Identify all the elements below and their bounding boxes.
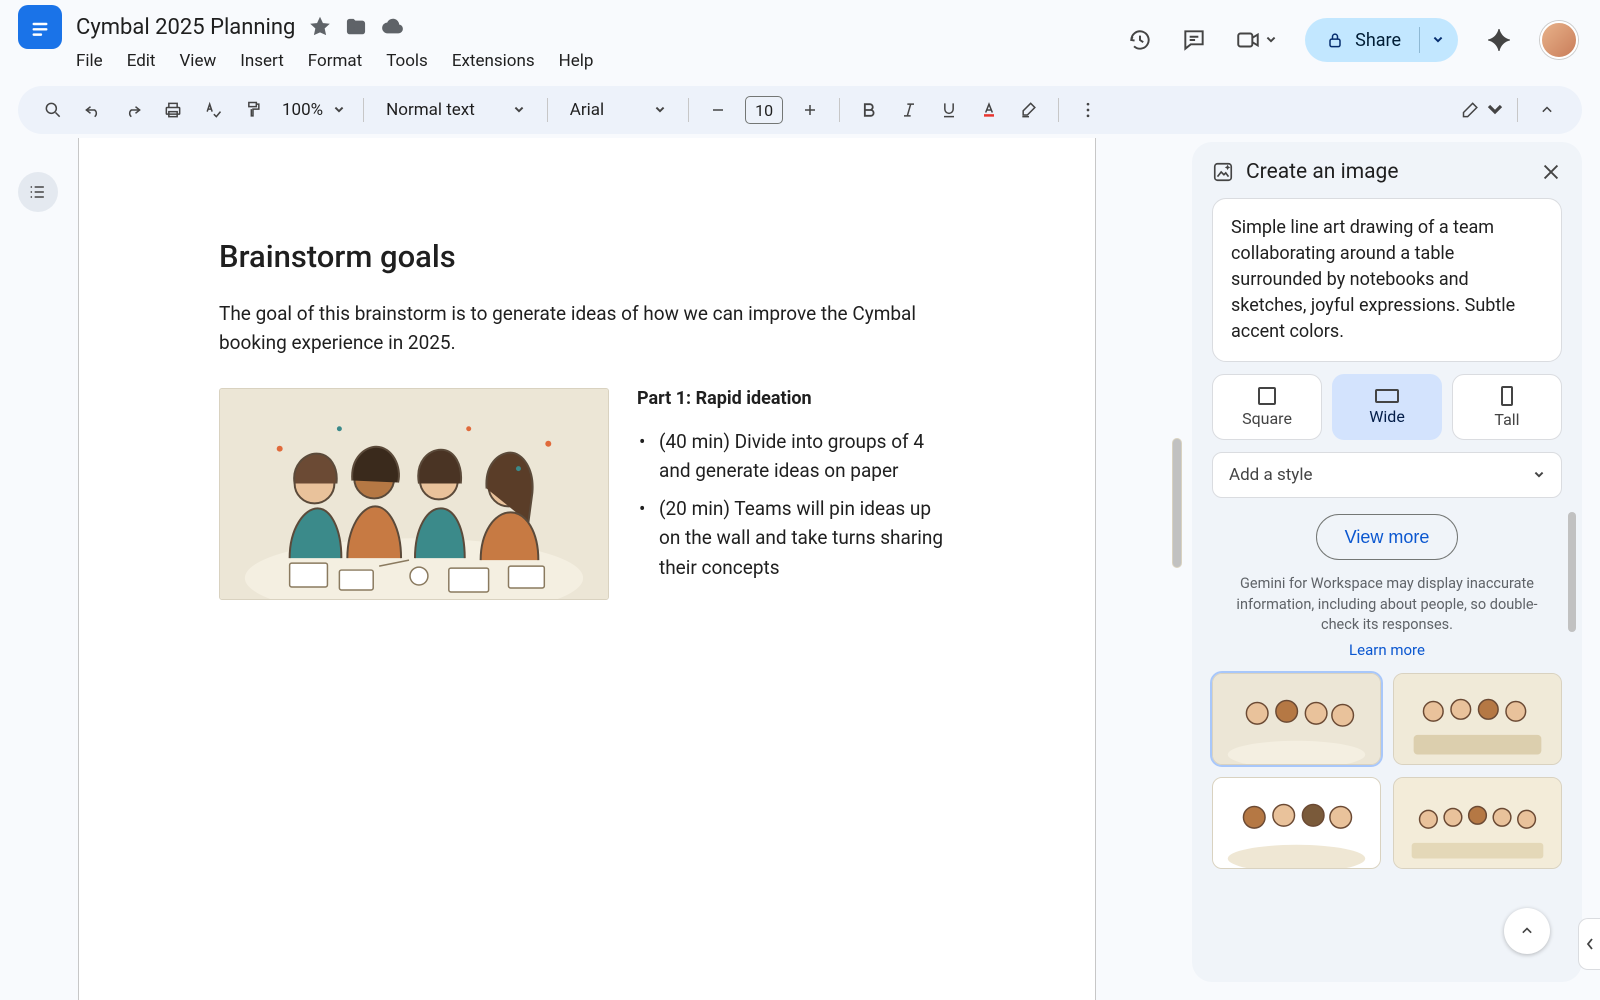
redo-icon[interactable] xyxy=(116,93,150,127)
chevron-down-icon xyxy=(1485,100,1505,120)
section-title[interactable]: Part 1: Rapid ideation xyxy=(637,388,955,409)
toolbar: 100% Normal text Arial 10 xyxy=(18,86,1582,134)
chevron-down-icon xyxy=(654,104,666,116)
account-avatar[interactable] xyxy=(1540,21,1578,59)
docs-logo-icon[interactable] xyxy=(18,5,62,49)
scroll-to-top-button[interactable] xyxy=(1504,908,1550,954)
generated-image-4[interactable] xyxy=(1393,777,1562,869)
lock-icon xyxy=(1325,30,1345,50)
style-value: Add a style xyxy=(1229,465,1312,485)
bold-button[interactable] xyxy=(852,93,886,127)
search-menus-icon[interactable] xyxy=(36,93,70,127)
menu-extensions[interactable]: Extensions xyxy=(452,51,535,71)
zoom-dropdown[interactable]: 100% xyxy=(276,100,351,120)
meet-dropdown[interactable] xyxy=(1235,27,1277,53)
editing-mode-dropdown[interactable] xyxy=(1461,93,1505,127)
share-label: Share xyxy=(1355,30,1401,51)
close-icon[interactable] xyxy=(1540,161,1562,183)
aspect-tall[interactable]: Tall xyxy=(1452,374,1562,440)
video-icon xyxy=(1235,27,1261,53)
create-image-panel: Create an image Simple line art drawing … xyxy=(1192,142,1582,982)
menu-view[interactable]: View xyxy=(179,51,216,71)
document-scrollbar[interactable] xyxy=(1170,138,1184,1000)
print-icon[interactable] xyxy=(156,93,190,127)
chevron-down-icon[interactable] xyxy=(1432,34,1444,46)
generated-image-3[interactable] xyxy=(1212,777,1381,869)
tall-icon xyxy=(1501,386,1513,406)
decrease-font-size[interactable] xyxy=(701,93,735,127)
expand-side-panel-button[interactable] xyxy=(1578,918,1600,970)
share-button[interactable]: Share xyxy=(1305,18,1458,62)
disclaimer-text: Gemini for Workspace may display inaccur… xyxy=(1212,574,1562,635)
image-prompt-input[interactable]: Simple line art drawing of a team collab… xyxy=(1212,198,1562,362)
show-outline-button[interactable] xyxy=(18,172,58,212)
panel-scrollbar[interactable] xyxy=(1568,212,1578,962)
inserted-image[interactable] xyxy=(219,388,609,600)
image-spark-icon xyxy=(1212,161,1234,183)
menu-help[interactable]: Help xyxy=(559,51,594,71)
aspect-square[interactable]: Square xyxy=(1212,374,1322,440)
comments-icon[interactable] xyxy=(1181,27,1207,53)
paragraph-style-value: Normal text xyxy=(386,100,475,120)
collapse-toolbar-icon[interactable] xyxy=(1530,93,1564,127)
generated-image-1[interactable] xyxy=(1212,673,1381,765)
panel-title: Create an image xyxy=(1246,160,1528,184)
star-icon[interactable] xyxy=(309,16,331,38)
doc-heading[interactable]: Brainstorm goals xyxy=(219,238,955,275)
menu-insert[interactable]: Insert xyxy=(240,51,284,71)
chevron-down-icon xyxy=(333,104,345,116)
chevron-down-icon xyxy=(1533,469,1545,481)
highlight-color-button[interactable] xyxy=(1012,93,1046,127)
move-folder-icon[interactable] xyxy=(345,16,367,38)
view-more-button[interactable]: View more xyxy=(1316,514,1459,560)
list-item[interactable]: (20 min) Teams will pin ideas up on the … xyxy=(659,494,955,582)
gemini-spark-icon[interactable] xyxy=(1486,27,1512,53)
increase-font-size[interactable] xyxy=(793,93,827,127)
document-title[interactable]: Cymbal 2025 Planning xyxy=(76,15,295,40)
more-tools-icon[interactable] xyxy=(1071,93,1105,127)
chevron-down-icon xyxy=(1265,34,1277,46)
menu-tools[interactable]: Tools xyxy=(386,51,428,71)
bulleted-list[interactable]: (40 min) Divide into groups of 4 and gen… xyxy=(637,427,955,582)
menu-format[interactable]: Format xyxy=(308,51,362,71)
font-family-value: Arial xyxy=(570,100,604,120)
list-item[interactable]: (40 min) Divide into groups of 4 and gen… xyxy=(659,427,955,486)
wide-icon xyxy=(1375,389,1399,403)
doc-intro-paragraph[interactable]: The goal of this brainstorm is to genera… xyxy=(219,299,955,358)
menu-edit[interactable]: Edit xyxy=(127,51,156,71)
document-canvas[interactable]: Brainstorm goals The goal of this brains… xyxy=(74,138,1170,1000)
cloud-saved-icon[interactable] xyxy=(381,16,403,38)
generated-image-2[interactable] xyxy=(1393,673,1562,765)
italic-button[interactable] xyxy=(892,93,926,127)
style-dropdown[interactable]: Add a style xyxy=(1212,452,1562,498)
paint-format-icon[interactable] xyxy=(236,93,270,127)
aspect-wide[interactable]: Wide xyxy=(1332,374,1442,440)
undo-icon[interactable] xyxy=(76,93,110,127)
underline-button[interactable] xyxy=(932,93,966,127)
paragraph-style-dropdown[interactable]: Normal text xyxy=(376,100,535,120)
spellcheck-icon[interactable] xyxy=(196,93,230,127)
text-color-button[interactable] xyxy=(972,93,1006,127)
menu-file[interactable]: File xyxy=(76,51,103,71)
learn-more-link[interactable]: Learn more xyxy=(1212,641,1562,659)
zoom-value: 100% xyxy=(282,100,323,120)
chevron-down-icon xyxy=(513,104,525,116)
font-family-dropdown[interactable]: Arial xyxy=(560,100,676,120)
font-size-input[interactable]: 10 xyxy=(745,96,783,124)
square-icon xyxy=(1258,387,1276,405)
history-icon[interactable] xyxy=(1127,27,1153,53)
